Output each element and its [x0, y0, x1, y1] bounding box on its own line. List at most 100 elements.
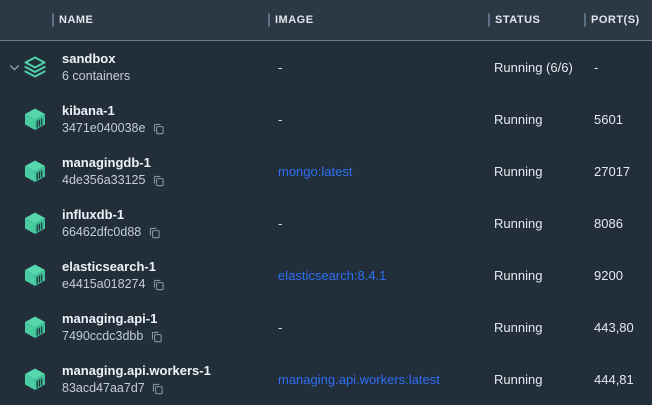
column-header-status[interactable]: STATUS — [486, 13, 584, 27]
ports-cell: 443,80 — [584, 320, 652, 335]
column-header-ports-label: PORT(S) — [591, 14, 640, 26]
container-cube-icon — [22, 366, 48, 392]
status-text: Running — [494, 112, 542, 127]
name-cell: managing.api-1 7490ccdc3dbb — [0, 310, 266, 345]
container-id: e4415a018274 — [62, 276, 145, 293]
image-link[interactable]: managing.api.workers:latest — [278, 372, 440, 387]
copy-icon[interactable] — [151, 121, 165, 135]
table-row-managing-api-workers[interactable]: managing.api.workers-1 83acd47aa7d7 mana… — [0, 353, 652, 405]
column-header-name[interactable]: NAME — [0, 13, 266, 27]
container-id: 7490ccdc3dbb — [62, 328, 143, 345]
copy-icon[interactable] — [149, 329, 163, 343]
ports-cell: 9200 — [584, 268, 652, 283]
status-cell: Running — [486, 216, 584, 231]
expander-spacer — [6, 319, 22, 335]
container-name: kibana-1 — [62, 102, 165, 120]
image-empty-dash: - — [278, 112, 282, 127]
status-text: Running — [494, 268, 542, 283]
status-text: Running — [494, 216, 542, 231]
container-cube-icon — [22, 262, 48, 288]
status-cell: Running — [486, 268, 584, 283]
status-cell: Running (6/6) — [486, 60, 584, 75]
ports-cell: 27017 — [584, 164, 652, 179]
expander-spacer — [6, 215, 22, 231]
expander-spacer — [6, 111, 22, 127]
table-header: NAME IMAGE STATUS PORT(S) — [0, 0, 652, 41]
ports-cell: - — [584, 60, 652, 75]
column-header-status-label: STATUS — [495, 14, 540, 26]
column-header-name-label: NAME — [59, 14, 93, 26]
image-cell: managing.api.workers:latest — [266, 372, 486, 387]
image-empty-dash: - — [278, 320, 282, 335]
status-text: Running — [494, 372, 542, 387]
container-cube-icon — [22, 314, 48, 340]
table-row-elasticsearch[interactable]: elasticsearch-1 e4415a018274 elasticsear… — [0, 249, 652, 301]
container-id: 3471e040038e — [62, 120, 145, 137]
compose-stack-icon — [22, 54, 48, 80]
column-divider — [268, 13, 270, 27]
expander-spacer — [6, 267, 22, 283]
ports-text: 5601 — [594, 112, 623, 127]
column-divider — [488, 13, 490, 27]
table-row-sandbox[interactable]: sandbox 6 containers - Running (6/6) - — [0, 41, 652, 93]
ports-text: 444,81 — [594, 372, 634, 387]
container-id: 4de356a33125 — [62, 172, 145, 189]
table-row-influxdb[interactable]: influxdb-1 66462dfc0d88 - Running 8086 — [0, 197, 652, 249]
stack-name: sandbox — [62, 50, 130, 68]
table-row-managingdb[interactable]: managingdb-1 4de356a33125 mongo:latest R… — [0, 145, 652, 197]
name-cell: kibana-1 3471e040038e — [0, 102, 266, 137]
ports-text: 8086 — [594, 216, 623, 231]
copy-icon[interactable] — [151, 277, 165, 291]
container-name: elasticsearch-1 — [62, 258, 165, 276]
status-cell: Running — [486, 112, 584, 127]
ports-cell: 8086 — [584, 216, 652, 231]
copy-icon[interactable] — [151, 381, 165, 395]
table-row-managing-api[interactable]: managing.api-1 7490ccdc3dbb - Running 44… — [0, 301, 652, 353]
name-cell: elasticsearch-1 e4415a018274 — [0, 258, 266, 293]
container-id: 66462dfc0d88 — [62, 224, 141, 241]
ports-text: - — [594, 60, 598, 75]
image-cell: mongo:latest — [266, 164, 486, 179]
container-id: 83acd47aa7d7 — [62, 380, 145, 397]
column-header-image-label: IMAGE — [275, 14, 314, 26]
column-header-image[interactable]: IMAGE — [266, 13, 486, 27]
table-row-kibana[interactable]: kibana-1 3471e040038e - Running 5601 — [0, 93, 652, 145]
status-cell: Running — [486, 320, 584, 335]
column-divider — [52, 13, 54, 27]
ports-cell: 444,81 — [584, 372, 652, 387]
stack-container-count: 6 containers — [62, 68, 130, 85]
column-divider — [584, 13, 586, 27]
status-text: Running — [494, 164, 542, 179]
ports-text: 9200 — [594, 268, 623, 283]
image-cell: - — [266, 60, 486, 75]
image-cell: elasticsearch:8.4.1 — [266, 268, 486, 283]
column-header-ports[interactable]: PORT(S) — [584, 13, 652, 27]
status-text: Running (6/6) — [494, 60, 573, 75]
image-cell: - — [266, 320, 486, 335]
container-name: influxdb-1 — [62, 206, 161, 224]
container-name: managingdb-1 — [62, 154, 165, 172]
image-empty-dash: - — [278, 216, 282, 231]
image-link[interactable]: mongo:latest — [278, 164, 352, 179]
chevron-down-icon[interactable] — [6, 59, 22, 75]
container-cube-icon — [22, 106, 48, 132]
status-cell: Running — [486, 372, 584, 387]
image-cell: - — [266, 112, 486, 127]
expander-spacer — [6, 371, 22, 387]
copy-icon[interactable] — [147, 225, 161, 239]
image-cell: - — [266, 216, 486, 231]
container-cube-icon — [22, 158, 48, 184]
status-cell: Running — [486, 164, 584, 179]
status-text: Running — [494, 320, 542, 335]
ports-cell: 5601 — [584, 112, 652, 127]
expander-spacer — [6, 163, 22, 179]
container-cube-icon — [22, 210, 48, 236]
name-cell: managingdb-1 4de356a33125 — [0, 154, 266, 189]
copy-icon[interactable] — [151, 173, 165, 187]
ports-text: 443,80 — [594, 320, 634, 335]
name-cell: sandbox 6 containers — [0, 50, 266, 85]
image-link[interactable]: elasticsearch:8.4.1 — [278, 268, 386, 283]
container-name: managing.api.workers-1 — [62, 362, 211, 380]
image-empty-dash: - — [278, 60, 282, 75]
name-cell: influxdb-1 66462dfc0d88 — [0, 206, 266, 241]
